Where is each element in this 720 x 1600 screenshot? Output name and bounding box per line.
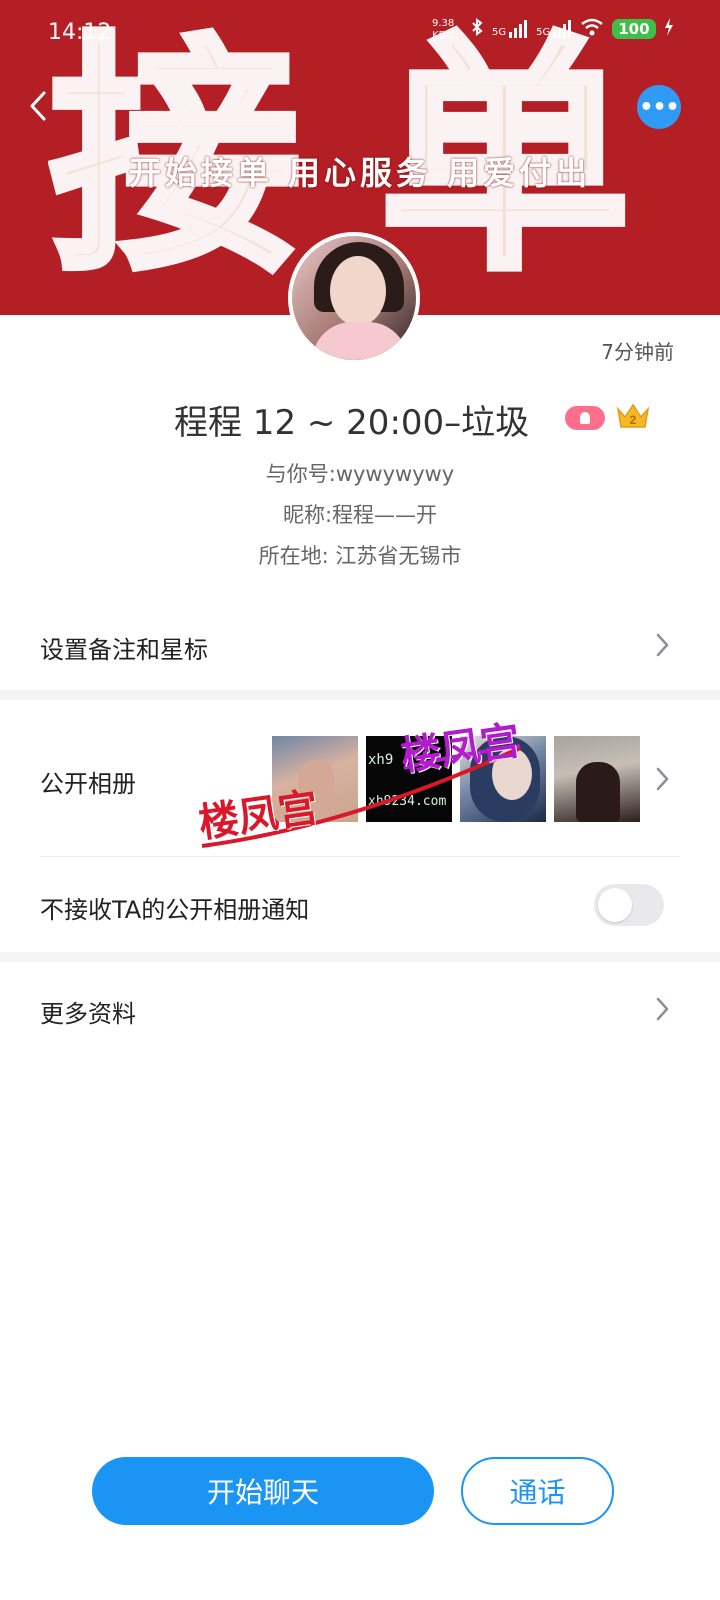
section-divider xyxy=(0,690,720,700)
chevron-right-icon xyxy=(656,633,669,657)
album-thumbnail[interactable] xyxy=(272,736,358,822)
toggle-knob xyxy=(598,888,632,922)
more-info-label: 更多资料 xyxy=(40,1000,136,1028)
location: 所在地: 江苏省无锡市 xyxy=(258,544,462,568)
status-icons: 5G 5G 100 xyxy=(470,18,674,40)
public-album-label: 公开相册 xyxy=(40,770,136,798)
avatar-face-shape xyxy=(330,256,386,326)
network-speed-unit: KB/s xyxy=(432,30,455,41)
call-button[interactable]: 通话 xyxy=(461,1457,614,1525)
more-info-row[interactable]: 更多资料 xyxy=(0,962,720,1052)
name-row: 程程 12 ~ 20:00–垃圾 2 xyxy=(0,395,720,445)
avatar[interactable] xyxy=(288,232,420,364)
set-remark-label: 设置备注和星标 xyxy=(40,636,208,664)
crown-level: 2 xyxy=(630,413,637,427)
more-options-button[interactable]: ••• xyxy=(637,85,681,129)
account-id: 与你号:wywywywy xyxy=(265,462,455,486)
start-chat-button[interactable]: 开始聊天 xyxy=(92,1457,434,1525)
banner-slogan: 开始接单 用心服务 用爱付出 xyxy=(128,154,592,192)
set-remark-row[interactable]: 设置备注和星标 xyxy=(0,600,720,690)
album-thumbnail[interactable] xyxy=(554,736,640,822)
section-divider xyxy=(0,952,720,962)
album-thumbnail[interactable]: xh9 xh9234.com xyxy=(366,736,452,822)
bluetooth-icon xyxy=(470,18,484,40)
signal-5g-icon: 5G xyxy=(492,20,528,38)
chevron-right-icon xyxy=(656,997,669,1021)
person-badge-icon xyxy=(565,406,605,430)
album-notify-toggle[interactable] xyxy=(594,884,664,926)
ellipsis-icon: ••• xyxy=(639,94,679,120)
network-speed: 9.38 KB/s xyxy=(432,18,454,42)
lightning-icon xyxy=(664,18,674,40)
signal-5g-icon-2: 5G xyxy=(536,20,572,38)
nickname: 昵称:程程——开 xyxy=(282,503,438,527)
network-speed-value: 9.38 xyxy=(432,18,455,29)
status-time: 14:12 xyxy=(48,20,112,45)
back-button[interactable] xyxy=(18,84,58,128)
last-active-time: 7分钟前 xyxy=(601,340,674,364)
battery-indicator: 100 xyxy=(612,19,656,39)
album-thumbnail[interactable] xyxy=(460,736,546,822)
wifi-icon xyxy=(580,18,604,40)
display-name: 程程 12 ~ 20:00–垃圾 xyxy=(174,403,530,443)
row-divider xyxy=(40,856,680,857)
album-thumbnails: xh9 xh9234.com xyxy=(272,736,640,822)
avatar-body-shape xyxy=(312,322,408,360)
album-notify-label: 不接收TA的公开相册通知 xyxy=(40,896,310,924)
public-album-row[interactable]: 公开相册 xh9 xh9234.com xyxy=(0,700,720,856)
status-bar: 14:12 9.38 KB/s 5G 5G 100 xyxy=(0,0,720,66)
chevron-left-icon xyxy=(30,91,46,121)
chevron-right-icon xyxy=(656,767,669,791)
album-notify-row: 不接收TA的公开相册通知 xyxy=(0,858,720,954)
crown-icon: 2 xyxy=(615,401,651,431)
